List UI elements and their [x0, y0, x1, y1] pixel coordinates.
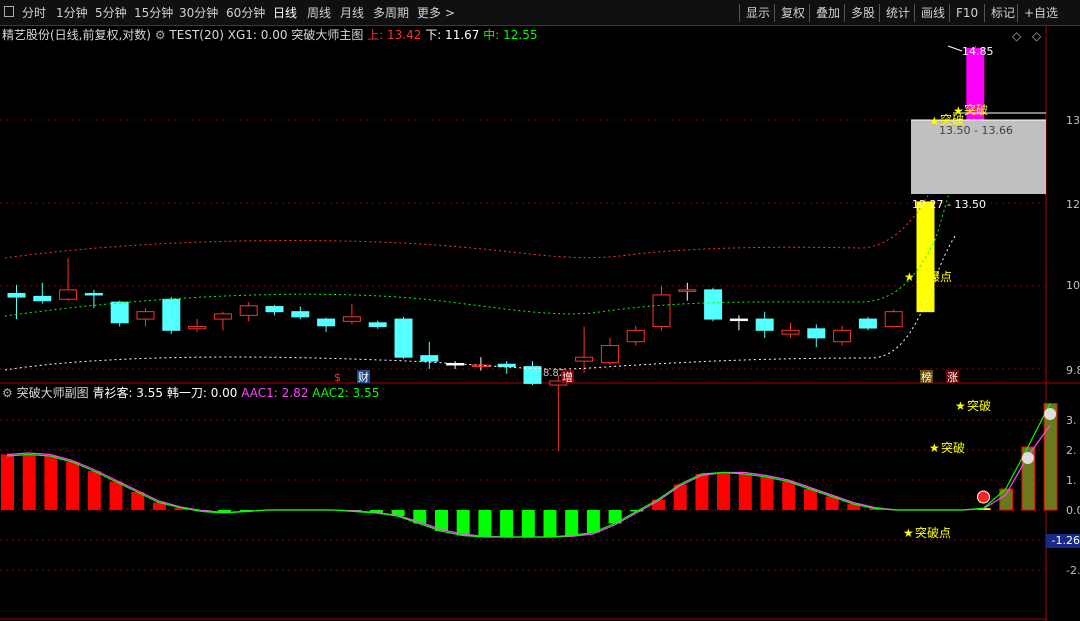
indicator-bar: [66, 462, 80, 510]
indicator-axis-label: 0.0: [1066, 504, 1080, 517]
indicator-bar: [44, 456, 58, 510]
candle-body: [652, 294, 671, 328]
candle-body: [600, 345, 619, 364]
indicator-bar: [695, 474, 709, 510]
ranking-marker: 榜: [921, 370, 932, 384]
candle-body: [162, 298, 181, 331]
indicator-bar: [22, 454, 36, 510]
star-icon: ★: [929, 441, 940, 455]
dollar-marker: $: [334, 371, 341, 384]
indicator-bar: [543, 510, 557, 537]
sub-breakout-label: 突破: [941, 440, 965, 455]
indicator-bar: [565, 510, 579, 536]
candle-body: [239, 305, 258, 316]
cursor-value-label: -1.26: [1046, 534, 1080, 548]
sub-breakout-point-label: 突破点: [915, 525, 951, 540]
sub-breakout-label: 突破: [967, 398, 991, 413]
upper-band-line: [4, 117, 957, 259]
middle-band-line: [4, 177, 955, 317]
coin-icon: [1044, 408, 1057, 420]
candle-body: [84, 292, 103, 296]
indicator-bar: [803, 489, 817, 510]
candle-body: [7, 292, 26, 298]
breakout-label: 突破: [964, 102, 988, 117]
candle-body: [833, 329, 852, 343]
price-axis-label: 12.1: [1066, 198, 1080, 211]
candle-body: [858, 318, 877, 329]
indicator-bar: [500, 510, 514, 537]
candle-body: [188, 326, 207, 330]
candle-body: [678, 289, 697, 292]
indicator-bar: [456, 510, 470, 536]
indicator-axis-label: -2.: [1066, 564, 1080, 577]
indicator-bar: [738, 474, 752, 510]
indicator-bar: [87, 471, 101, 510]
candle-body: [317, 318, 336, 327]
indicator-bar: [586, 510, 600, 533]
candle-body: [523, 366, 542, 384]
indicator-bar: [608, 510, 622, 524]
candle-body: [394, 318, 413, 358]
indicator-bar: [782, 481, 796, 510]
red-dot-icon: [977, 490, 990, 504]
coin-icon: [1021, 452, 1034, 464]
star-icon: ★: [903, 526, 914, 540]
zone-lower-label: 12.27 - 13.50: [912, 198, 986, 211]
candle-body: [575, 356, 594, 362]
indicator-bar: [109, 481, 123, 510]
candle-body: [33, 295, 52, 302]
candle-body: [807, 328, 826, 339]
indicator-axis-label: 3.: [1066, 414, 1077, 427]
candle-body: [420, 355, 439, 362]
candle-body: [729, 318, 748, 322]
price-axis-label: 10.5: [1066, 279, 1080, 292]
candle-body: [342, 316, 361, 322]
indicator-axis-label: 1.: [1066, 474, 1077, 487]
candle-body: [265, 306, 284, 313]
finance-marker: 财: [358, 370, 369, 384]
limit-up-marker: 涨: [947, 371, 958, 384]
indicator-bar: [717, 472, 731, 510]
candle-body: [213, 313, 232, 320]
candle-body: [755, 318, 774, 331]
candle-body: [291, 311, 310, 318]
indicator-bar: [478, 510, 492, 537]
high-price-pointer: [947, 45, 963, 52]
candle-body: [884, 311, 903, 328]
increase-marker: 增: [562, 370, 573, 384]
indicator-bar: [1, 454, 14, 510]
indicator-axis-label: 2.: [1066, 444, 1077, 457]
candle-body: [110, 301, 129, 324]
candle-body: [59, 289, 78, 300]
zone-upper-label: 13.50 - 13.66: [939, 124, 1013, 137]
candle-body: [781, 329, 800, 335]
candle-body: [136, 311, 155, 320]
candle-body: [368, 322, 387, 328]
lower-band-line: [4, 234, 957, 371]
high-price-label: 14.85: [962, 45, 994, 58]
launch-point-label: 起爆点: [916, 270, 952, 284]
star-icon: ★: [904, 270, 915, 284]
indicator-bar: [760, 477, 774, 510]
price-axis-label: 13.5: [1066, 114, 1080, 127]
price-axis-label: 9.8: [1066, 364, 1080, 377]
candle-body: [704, 289, 723, 320]
kline-chart[interactable]: 14.85突破★突破★13.50 - 13.6612.27 - 13.50★ 起爆…: [0, 0, 1080, 621]
candle-body: [626, 329, 645, 343]
star-icon: ★: [955, 399, 966, 413]
indicator-bar: [521, 510, 535, 537]
